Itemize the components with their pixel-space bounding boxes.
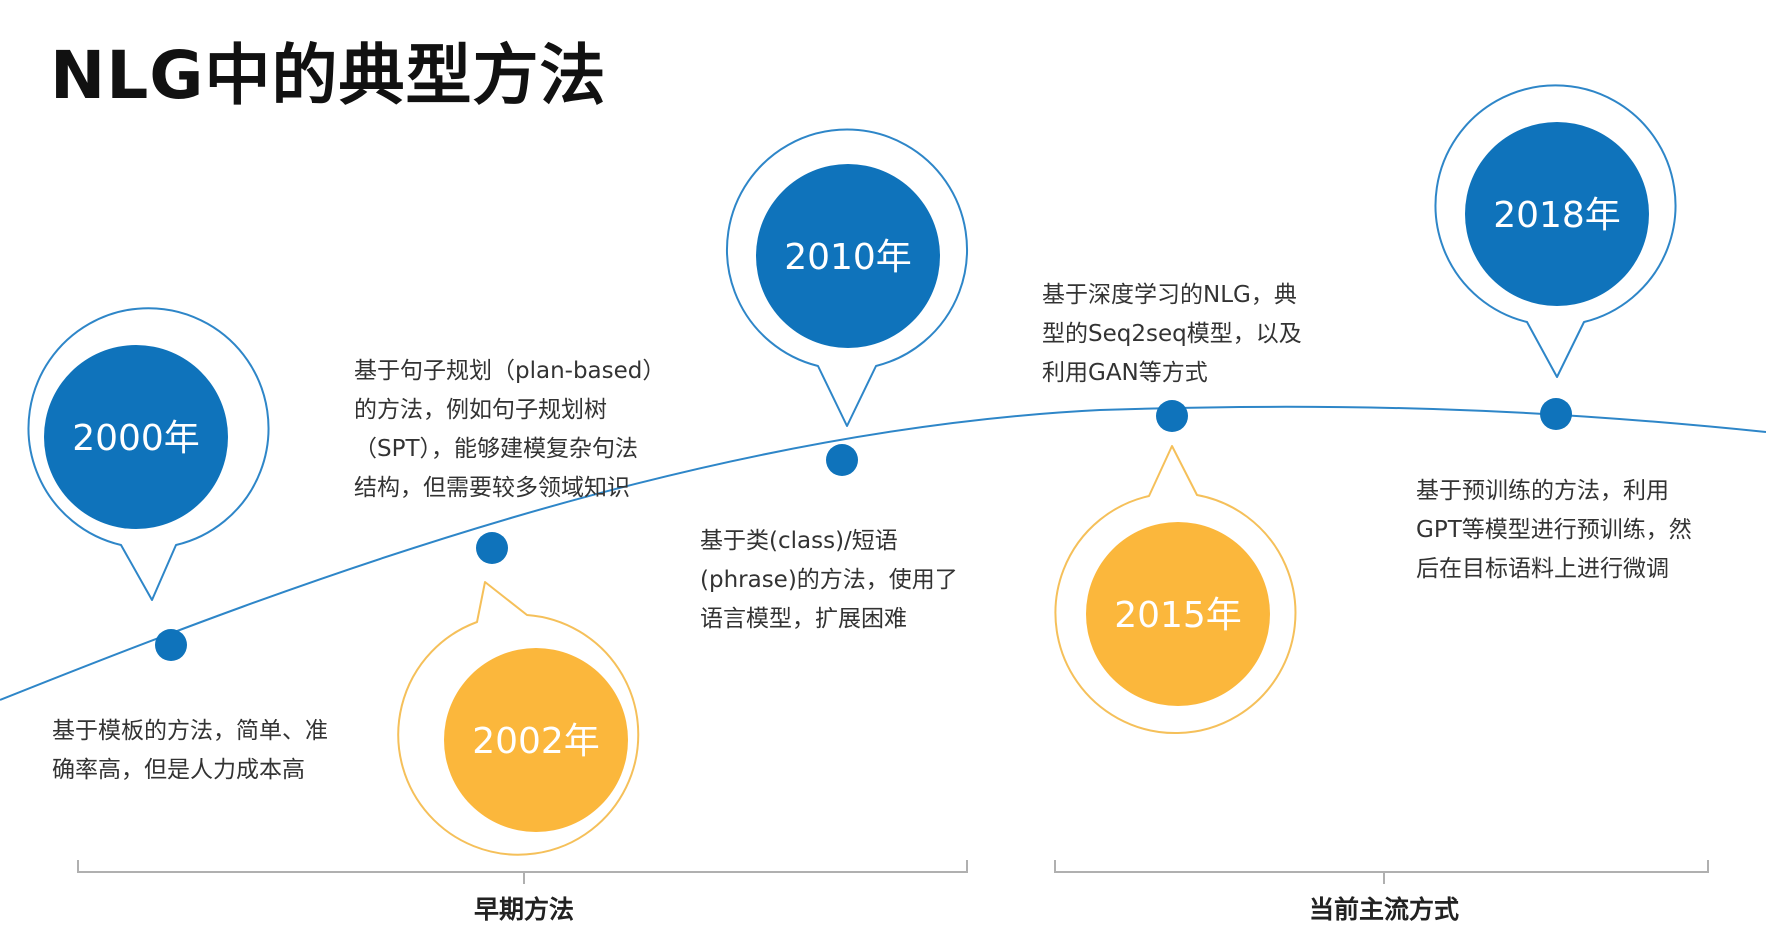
milestone-desc-2015: 基于深度学习的NLG，典 型的Seq2seq模型，以及 利用GAN等方式 [1042,276,1302,393]
milestone-year-2015: 2015年 [1114,595,1242,636]
milestone-desc-2000: 基于模板的方法，简单、准 确率高，但是人力成本高 [52,712,328,790]
desc-line: 的方法，例如句子规划树 [354,397,607,423]
desc-line: （SPT），能够建模复杂句法 [354,436,639,462]
desc-line: 基于模板的方法，简单、准 [52,718,328,744]
milestone-pin-2000: 2000年 [27,307,270,601]
desc-line: 型的Seq2seq模型，以及 [1042,321,1302,347]
timeline-dot-2018 [1540,398,1572,430]
milestone-year-2010: 2010年 [784,237,912,278]
bracket-current-methods [1054,860,1709,884]
group-label-current: 当前主流方式 [1308,895,1460,924]
desc-line: 基于类(class)/短语 [700,528,898,554]
milestone-desc-2010: 基于类(class)/短语 (phrase)的方法，使用了 语言模型，扩展困难 [700,522,958,639]
milestone-desc-2002: 基于句子规划（plan-based） 的方法，例如句子规划树 （SPT），能够建… [354,352,665,508]
milestone-desc-2018: 基于预训练的方法，利用 GPT等模型进行预训练，然 后在目标语料上进行微调 [1416,472,1692,589]
milestone-year-2000: 2000年 [72,418,200,459]
desc-line: 确率高，但是人力成本高 [52,757,305,783]
desc-line: (phrase)的方法，使用了 [700,567,958,593]
desc-line: 基于预训练的方法，利用 [1416,478,1669,504]
timeline-dot-2002 [476,532,508,564]
desc-line: 语言模型，扩展困难 [700,606,907,632]
timeline-dot-2000 [155,629,187,661]
timeline-diagram: 2000年 2002年 2010年 2015年 2018年 [0,84,1766,884]
milestone-pin-2018: 2018年 [1434,84,1677,378]
desc-line: 基于句子规划（plan-based） [354,358,666,384]
desc-line: 结构，但需要较多领域知识 [354,475,630,501]
desc-line: 基于深度学习的NLG，典 [1042,282,1297,308]
timeline-dot-2010 [826,444,858,476]
desc-line: GPT等模型进行预训练，然 [1416,517,1692,543]
bracket-early-methods [77,860,968,884]
desc-line: 利用GAN等方式 [1042,360,1208,386]
timeline-dot-2015 [1156,400,1188,432]
milestone-pin-2010: 2010年 [726,128,968,427]
milestone-year-2018: 2018年 [1493,195,1621,236]
desc-line: 后在目标语料上进行微调 [1416,556,1669,582]
milestone-pin-2015: 2015年 [1054,445,1297,735]
group-label-early: 早期方法 [473,895,575,924]
milestone-pin-2002: 2002年 [397,581,640,856]
milestone-year-2002: 2002年 [472,721,600,762]
